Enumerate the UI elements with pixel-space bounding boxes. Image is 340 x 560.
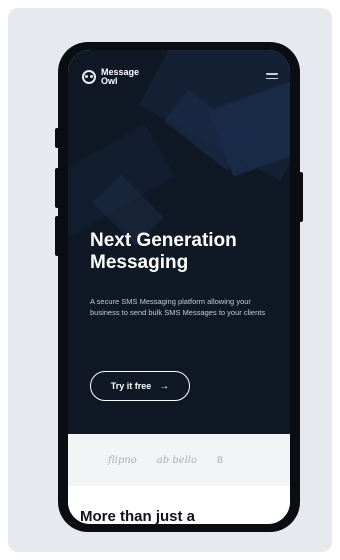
client-logo: ab bello <box>156 454 198 466</box>
hero-description: A secure SMS Messaging platform allowing… <box>90 297 266 317</box>
features-section: More than just a <box>68 486 290 524</box>
client-logos-strip: flipno ab bello B <box>68 434 290 486</box>
brand-name: Message Owl <box>101 68 139 86</box>
brand-name-line2: Owl <box>101 76 118 86</box>
try-it-free-button[interactable]: Try it free → <box>90 371 190 401</box>
phone-screen: Message Owl Next Generation Messaging A … <box>68 50 290 524</box>
hero-headline: Next Generation Messaging <box>90 230 237 273</box>
cta-label: Try it free <box>110 381 152 391</box>
client-logo: B <box>217 455 224 465</box>
hero-section: Message Owl Next Generation Messaging A … <box>68 50 290 434</box>
brand-logo[interactable]: Message Owl <box>82 68 139 86</box>
section-title: More than just a <box>80 508 196 524</box>
owl-icon <box>82 70 96 84</box>
arrow-right-icon: → <box>159 380 170 392</box>
client-logo: flipno <box>108 454 137 466</box>
hamburger-menu-icon[interactable] <box>266 73 278 81</box>
